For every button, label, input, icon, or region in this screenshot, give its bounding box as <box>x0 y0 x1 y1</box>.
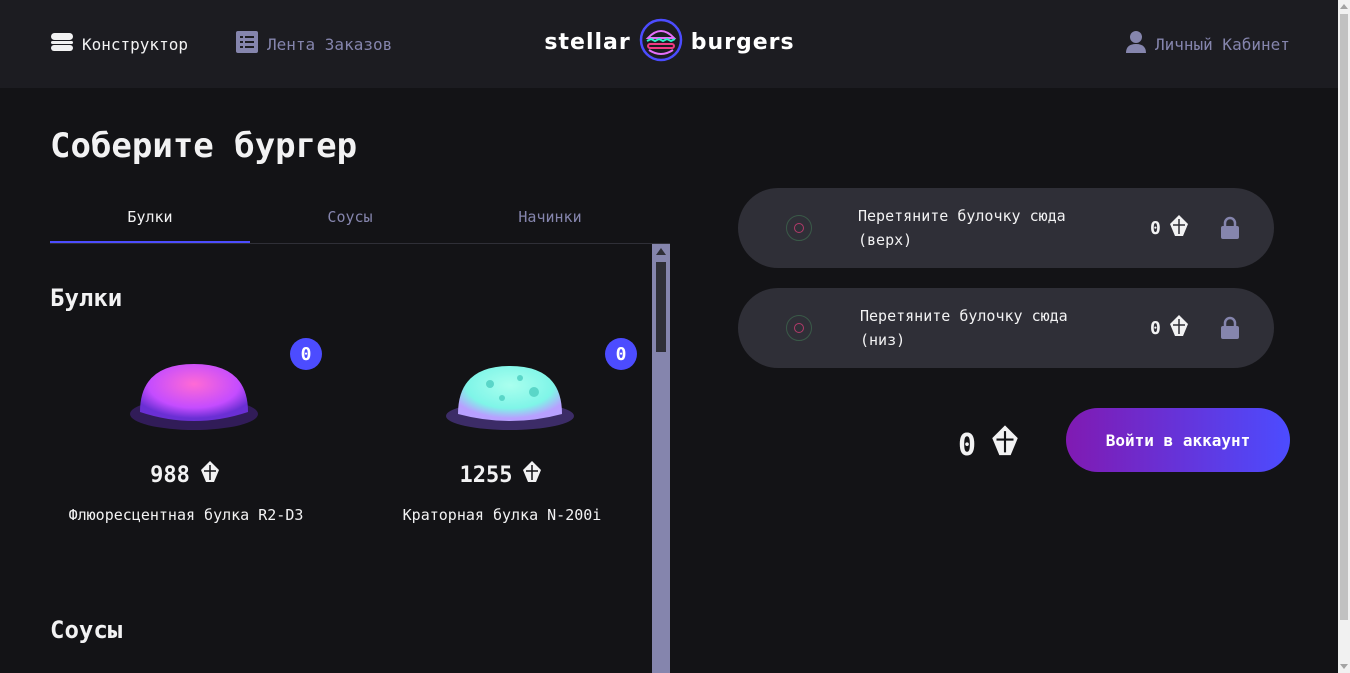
slot-price: 0 <box>1150 214 1191 243</box>
currency-icon <box>198 460 222 490</box>
bun-drop-zone-top[interactable]: Перетяните булочку сюда (верх) 0 <box>738 188 1274 268</box>
bun-fluorescent-image <box>130 364 258 430</box>
drop-target-icon <box>786 315 812 341</box>
app-header: Конструктор Лента Заказов stellar burger… <box>0 0 1338 88</box>
nav-profile[interactable]: Личный Кабинет <box>1125 30 1290 58</box>
list-icon <box>235 30 259 58</box>
logo-left-text: stellar <box>544 29 631 55</box>
drop-hint: Перетяните булочку сюда (низ) <box>860 304 1100 352</box>
tab-sauces[interactable]: Соусы <box>250 196 450 243</box>
bun-crater-image <box>446 366 574 430</box>
login-button[interactable]: Войти в аккаунт <box>1066 408 1290 472</box>
price-value: 988 <box>150 462 190 488</box>
nav-feed-label: Лента Заказов <box>267 34 393 54</box>
section-title-sauces: Соусы <box>50 616 123 644</box>
scrollbar-thumb[interactable] <box>1340 14 1348 620</box>
nav-constructor[interactable]: Конструктор <box>50 30 188 58</box>
ingredient-card[interactable]: 0 1255 Краторная булка N-200i <box>366 244 638 524</box>
ingredient-price: 1255 <box>366 460 638 490</box>
currency-icon <box>520 460 544 490</box>
ingredient-name: Флюоресцентная булка R2-D3 <box>68 506 304 524</box>
scroll-down-arrow-icon[interactable] <box>1340 664 1348 669</box>
drop-hint-line2: (верх) <box>858 231 913 249</box>
bun-drop-zone-bottom[interactable]: Перетяните булочку сюда (низ) 0 <box>738 288 1274 368</box>
page-scrollbar[interactable] <box>1338 0 1350 673</box>
slot-price: 0 <box>1150 314 1191 343</box>
nav-profile-label: Личный Кабинет <box>1155 34 1290 54</box>
drop-target-icon <box>786 215 812 241</box>
order-total: 0 <box>958 424 1022 466</box>
logo[interactable]: stellar burgers <box>523 18 816 66</box>
page-title: Соберите бургер <box>50 126 358 166</box>
drop-hint-line1: Перетяните булочку сюда <box>860 307 1068 325</box>
price-value: 1255 <box>459 462 513 488</box>
lock-icon <box>1218 216 1242 240</box>
tab-fillings[interactable]: Начинки <box>450 196 650 243</box>
burger-icon <box>50 30 74 58</box>
user-icon <box>1125 30 1147 58</box>
currency-icon <box>1167 214 1191 243</box>
ingredient-name: Краторная булка N-200i <box>402 506 602 524</box>
drop-hint-line2: (низ) <box>860 331 906 349</box>
logo-burger-icon <box>639 18 683 66</box>
ingredient-tabs: Булки Соусы Начинки <box>50 196 670 244</box>
tab-buns[interactable]: Булки <box>50 196 250 243</box>
drop-hint-line1: Перетяните булочку сюда <box>858 207 1066 225</box>
ingredients-list[interactable]: Булки 0 988 Флюоресцентная булка R2-D3 0 <box>50 244 670 673</box>
nav-feed[interactable]: Лента Заказов <box>235 30 392 58</box>
scroll-up-arrow-icon[interactable] <box>656 248 666 255</box>
slot-price-value: 0 <box>1150 317 1161 339</box>
order-total-value: 0 <box>958 427 977 463</box>
nav-constructor-label: Конструктор <box>82 34 188 54</box>
ingredients-scrollbar[interactable] <box>652 244 670 673</box>
slot-price-value: 0 <box>1150 217 1161 239</box>
currency-icon <box>1167 314 1191 343</box>
ingredient-counter: 0 <box>605 338 637 370</box>
ingredient-price: 988 <box>50 460 322 490</box>
logo-right-text: burgers <box>690 29 795 55</box>
ingredient-counter: 0 <box>290 338 322 370</box>
scroll-up-arrow-icon[interactable] <box>1340 4 1348 9</box>
lock-icon <box>1218 316 1242 340</box>
scrollbar-thumb[interactable] <box>656 262 666 352</box>
currency-icon <box>988 424 1022 466</box>
drop-hint: Перетяните булочку сюда (верх) <box>858 204 1098 252</box>
ingredient-card[interactable]: 0 988 Флюоресцентная булка R2-D3 <box>50 244 322 524</box>
